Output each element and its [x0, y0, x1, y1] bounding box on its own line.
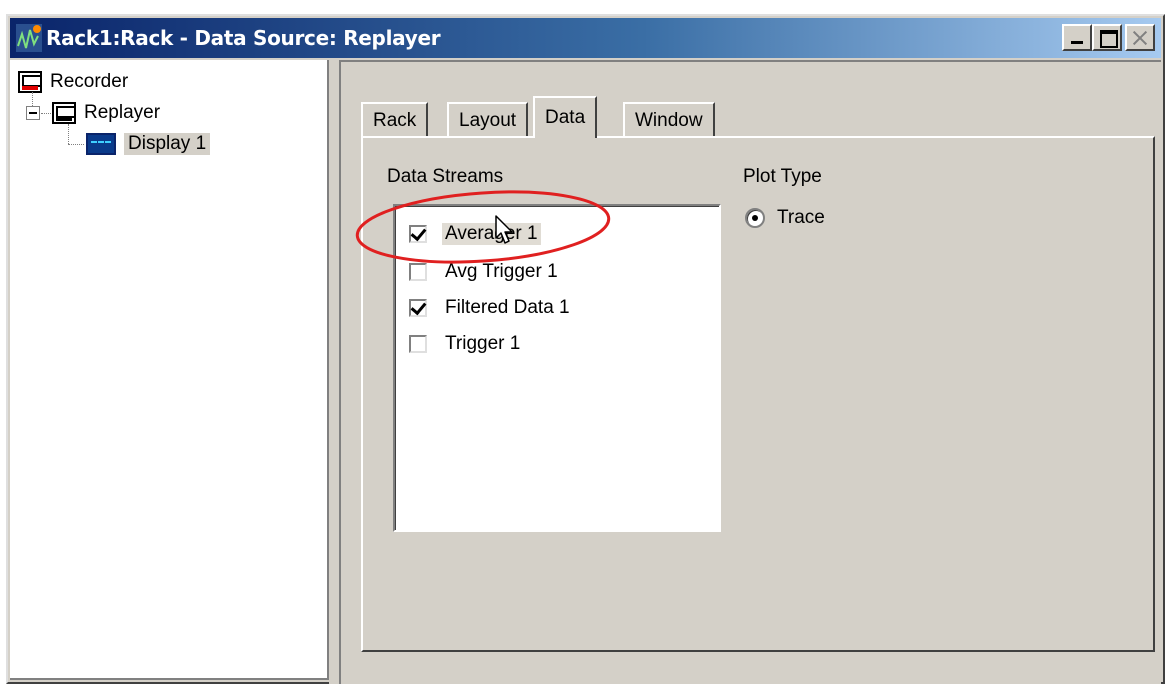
display-icon	[86, 133, 116, 155]
title-bar[interactable]: Rack1:Rack - Data Source: Replayer	[10, 18, 1161, 58]
window-title: Rack1:Rack - Data Source: Replayer	[46, 26, 441, 50]
tree-item-replayer[interactable]: Replayer	[52, 99, 160, 127]
list-item-label: Filtered Data 1	[445, 297, 570, 318]
tab-data[interactable]: Data	[533, 96, 598, 138]
tab-layout[interactable]: Layout	[447, 102, 529, 138]
tab-label: Data	[545, 107, 586, 128]
data-streams-label: Data Streams	[387, 166, 504, 187]
list-item[interactable]: Filtered Data 1	[409, 294, 570, 322]
trace-radio-option[interactable]: Trace	[745, 204, 825, 232]
trace-radio[interactable]	[745, 208, 765, 228]
tab-label: Rack	[373, 110, 417, 131]
filtered-data-1-checkbox[interactable]	[409, 299, 427, 317]
collapse-toggle[interactable]	[26, 106, 40, 120]
tree-item-display-1[interactable]: Display 1	[86, 130, 211, 158]
trigger-1-checkbox[interactable]	[409, 335, 427, 353]
app-waveform-icon	[16, 24, 42, 52]
pane-splitter[interactable]	[329, 60, 339, 684]
tree-item-label: Replayer	[84, 102, 161, 123]
tab-label: Window	[635, 110, 703, 131]
recorder-icon	[18, 71, 42, 93]
radio-label: Trace	[777, 207, 825, 228]
maximize-button[interactable]	[1092, 24, 1122, 51]
close-button[interactable]	[1125, 24, 1155, 51]
tree-item-label: Display 1	[124, 133, 211, 155]
plot-type-label: Plot Type	[743, 166, 822, 187]
tab-label: Layout	[459, 110, 517, 131]
tree-item-label: Recorder	[50, 71, 129, 92]
list-item[interactable]: Trigger 1	[409, 330, 520, 358]
annotation-circle	[355, 190, 611, 264]
tab-rack[interactable]: Rack	[361, 102, 429, 138]
mouse-pointer-icon	[495, 215, 513, 244]
properties-pane: Rack Layout Data Window Data Streams Ave…	[339, 60, 1161, 684]
replayer-icon	[52, 102, 76, 124]
tree-item-recorder[interactable]: Recorder	[18, 68, 128, 96]
app-window: Rack1:Rack - Data Source: Replayer Recor…	[6, 14, 1165, 684]
list-item-label: Trigger 1	[445, 333, 521, 354]
tree-view[interactable]: Recorder Replayer Display 1	[10, 60, 329, 680]
minimize-button[interactable]	[1062, 24, 1092, 51]
tab-window[interactable]: Window	[623, 102, 715, 138]
